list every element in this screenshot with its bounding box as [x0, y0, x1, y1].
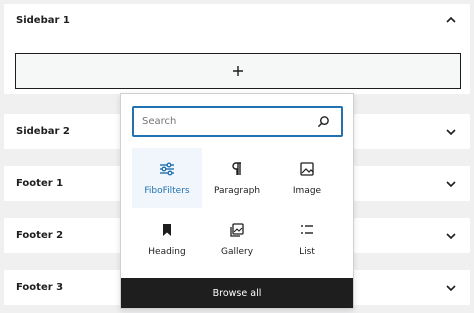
panel-title: Sidebar 1 — [16, 14, 70, 26]
bookmark-icon — [158, 221, 176, 239]
pilcrow-icon — [228, 160, 246, 178]
block-inserter-popover: FiboFilters Paragraph Image Heading Gall… — [120, 93, 354, 309]
add-block-button[interactable] — [15, 53, 461, 89]
panel-toggle-sidebar-1[interactable]: Sidebar 1 — [4, 4, 470, 36]
browse-all-button[interactable]: Browse all — [121, 278, 353, 308]
gallery-icon — [228, 221, 246, 239]
block-image[interactable]: Image — [272, 148, 342, 208]
chevron-down-icon[interactable] — [444, 177, 458, 191]
panel-title: Footer 3 — [16, 282, 64, 293]
plus-icon — [233, 66, 243, 76]
block-label: Heading — [148, 247, 186, 257]
chevron-down-icon[interactable] — [444, 229, 458, 243]
panel-title: Footer 2 — [16, 230, 64, 241]
block-label: Gallery — [220, 247, 254, 257]
block-label: Image — [292, 186, 322, 196]
block-paragraph[interactable]: Paragraph — [202, 148, 272, 208]
search-input[interactable] — [134, 108, 317, 135]
widget-area-sidebar-1: Sidebar 1 — [4, 4, 470, 94]
block-label: Paragraph — [213, 186, 261, 196]
chevron-down-icon[interactable] — [444, 125, 458, 139]
search-field — [132, 106, 343, 137]
chevron-up-icon[interactable] — [444, 13, 458, 27]
panel-title: Sidebar 2 — [16, 126, 70, 137]
chevron-down-icon[interactable] — [444, 281, 458, 295]
sliders-icon — [158, 160, 176, 178]
image-icon — [298, 160, 316, 178]
block-heading[interactable]: Heading — [132, 209, 202, 269]
list-icon — [298, 221, 316, 239]
block-label: List — [299, 247, 315, 257]
block-gallery[interactable]: Gallery — [202, 209, 272, 269]
search-icon — [317, 115, 331, 129]
block-label: FiboFilters — [144, 186, 190, 196]
panel-title: Footer 1 — [16, 178, 64, 189]
block-list[interactable]: List — [272, 209, 342, 269]
block-fibofilters[interactable]: FiboFilters — [132, 148, 202, 208]
